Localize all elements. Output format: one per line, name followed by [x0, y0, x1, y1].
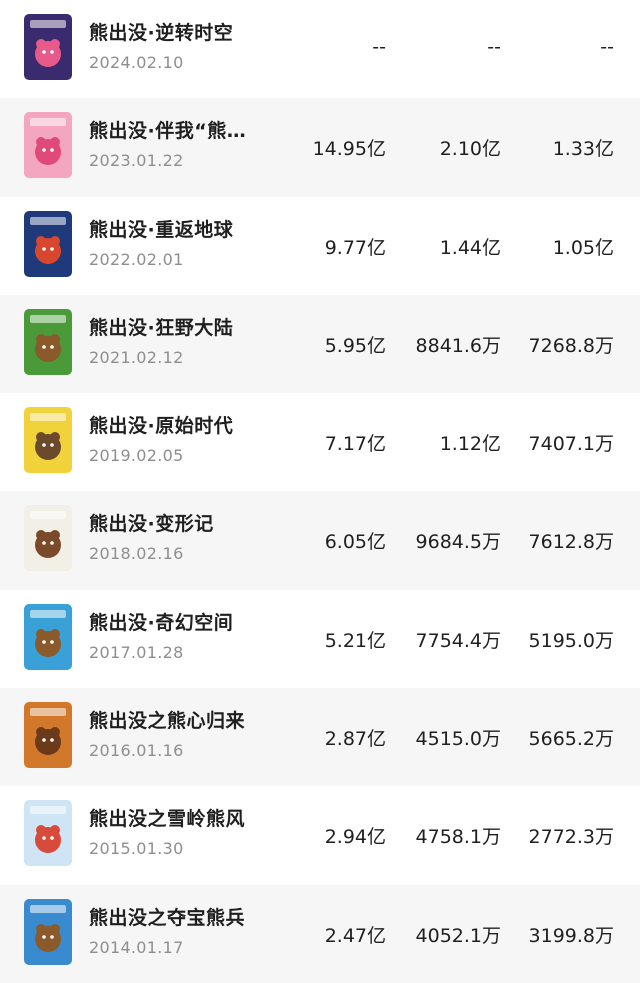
movie-poster[interactable] — [24, 898, 72, 965]
first-day-box-office: 7754.4万 — [415, 629, 501, 652]
total-box-office: 9.77亿 — [324, 236, 386, 259]
release-date: 2018.02.16 — [89, 544, 184, 564]
opening-day-box-office: 1.05亿 — [552, 236, 614, 259]
first-day-box-office: 4515.0万 — [415, 728, 501, 751]
release-date: 2015.01.30 — [89, 839, 184, 859]
movie-poster[interactable] — [24, 800, 72, 867]
movie-info: 熊出没·变形记 2018.02.16 — [89, 509, 271, 563]
movie-title[interactable]: 熊出没·狂野大陆 — [89, 313, 271, 340]
movie-poster[interactable] — [24, 407, 72, 474]
movie-info: 熊出没之熊心归来 2016.01.16 — [89, 706, 271, 760]
total-box-office: 2.94亿 — [324, 826, 386, 849]
movie-title[interactable]: 熊出没之雪岭熊风 — [89, 804, 271, 831]
poster-image — [24, 210, 72, 277]
movie-poster[interactable] — [24, 210, 72, 277]
movie-row[interactable]: 熊出没·奇幻空间 2017.01.28 5.21亿 7754.4万 5195.0… — [0, 590, 640, 688]
first-day-box-office: -- — [487, 36, 501, 58]
release-date: 2017.01.28 — [89, 642, 184, 662]
release-date: 2019.02.05 — [89, 446, 184, 466]
release-date: 2016.01.16 — [89, 741, 184, 761]
movie-title[interactable]: 熊出没·逆转时空 — [89, 18, 271, 45]
release-date: 2022.02.01 — [89, 249, 184, 269]
opening-day-box-office: 3199.8万 — [528, 924, 614, 947]
movie-title[interactable]: 熊出没·原始时代 — [89, 411, 271, 438]
movie-row[interactable]: 熊出没·伴我“熊… 2023.01.22 14.95亿 2.10亿 1.33亿 — [0, 98, 640, 197]
first-day-box-office: 4758.1万 — [415, 826, 501, 849]
movie-row[interactable]: 熊出没之夺宝熊兵 2014.01.17 2.47亿 4052.1万 3199.8… — [0, 884, 640, 983]
first-day-box-office: 8841.6万 — [415, 334, 501, 357]
movie-row[interactable]: 熊出没·逆转时空 2024.02.10 -- -- -- — [0, 0, 640, 98]
poster-image — [24, 898, 72, 965]
movie-title[interactable]: 熊出没之夺宝熊兵 — [89, 903, 271, 930]
total-box-office: 6.05亿 — [324, 531, 386, 554]
movie-poster[interactable] — [24, 14, 72, 80]
movie-title[interactable]: 熊出没·变形记 — [89, 509, 271, 536]
opening-day-box-office: 7612.8万 — [528, 531, 614, 554]
movie-row[interactable]: 熊出没·原始时代 2019.02.05 7.17亿 1.12亿 7407.1万 — [0, 393, 640, 491]
total-box-office: 7.17亿 — [324, 433, 386, 456]
total-box-office: 5.95亿 — [324, 334, 386, 357]
release-date: 2014.01.17 — [89, 937, 184, 957]
movie-row[interactable]: 熊出没·重返地球 2022.02.01 9.77亿 1.44亿 1.05亿 — [0, 197, 640, 295]
movie-poster[interactable] — [24, 603, 72, 670]
movie-title[interactable]: 熊出没·奇幻空间 — [89, 608, 271, 635]
opening-day-box-office: 7407.1万 — [528, 433, 614, 456]
first-day-box-office: 2.10亿 — [439, 138, 501, 161]
poster-image — [24, 505, 72, 572]
movie-row[interactable]: 熊出没·狂野大陆 2021.02.12 5.95亿 8841.6万 7268.8… — [0, 294, 640, 394]
movie-info: 熊出没·逆转时空 2024.02.10 — [89, 18, 271, 72]
total-box-office: 14.95亿 — [312, 138, 386, 161]
first-day-box-office: 1.44亿 — [439, 236, 501, 259]
movie-poster[interactable] — [24, 308, 72, 375]
movie-info: 熊出没·奇幻空间 2017.01.28 — [89, 608, 271, 662]
total-box-office: 2.87亿 — [324, 728, 386, 751]
first-day-box-office: 4052.1万 — [415, 924, 501, 947]
poster-image — [24, 800, 72, 867]
movie-box-office-list: 熊出没·逆转时空 2024.02.10 -- -- -- 熊出没·伴我“熊… 2… — [0, 0, 640, 983]
movie-title[interactable]: 熊出没之熊心归来 — [89, 706, 271, 733]
poster-image — [24, 112, 72, 179]
movie-poster[interactable] — [24, 505, 72, 572]
opening-day-box-office: 2772.3万 — [528, 826, 614, 849]
release-date: 2024.02.10 — [89, 53, 184, 72]
movie-poster[interactable] — [24, 702, 72, 769]
total-box-office: 5.21亿 — [324, 629, 386, 652]
first-day-box-office: 9684.5万 — [415, 531, 501, 554]
movie-row[interactable]: 熊出没·变形记 2018.02.16 6.05亿 9684.5万 7612.8万 — [0, 491, 640, 590]
movie-info: 熊出没·狂野大陆 2021.02.12 — [89, 313, 271, 367]
movie-row[interactable]: 熊出没之熊心归来 2016.01.16 2.87亿 4515.0万 5665.2… — [0, 688, 640, 787]
movie-title[interactable]: 熊出没·伴我“熊… — [89, 116, 271, 143]
movie-poster[interactable] — [24, 112, 72, 179]
movie-info: 熊出没·原始时代 2019.02.05 — [89, 411, 271, 465]
opening-day-box-office: 1.33亿 — [552, 138, 614, 161]
movie-info: 熊出没·重返地球 2022.02.01 — [89, 215, 271, 269]
opening-day-box-office: -- — [600, 36, 614, 58]
poster-image — [24, 308, 72, 375]
movie-info: 熊出没·伴我“熊… 2023.01.22 — [89, 116, 271, 170]
total-box-office: -- — [372, 36, 386, 58]
movie-row[interactable]: 熊出没之雪岭熊风 2015.01.30 2.94亿 4758.1万 2772.3… — [0, 786, 640, 884]
opening-day-box-office: 7268.8万 — [528, 334, 614, 357]
poster-image — [24, 407, 72, 474]
release-date: 2023.01.22 — [89, 151, 184, 171]
poster-image — [24, 702, 72, 769]
movie-title[interactable]: 熊出没·重返地球 — [89, 215, 271, 242]
opening-day-box-office: 5665.2万 — [528, 728, 614, 751]
opening-day-box-office: 5195.0万 — [528, 629, 614, 652]
movie-info: 熊出没之雪岭熊风 2015.01.30 — [89, 804, 271, 858]
release-date: 2021.02.12 — [89, 347, 184, 367]
first-day-box-office: 1.12亿 — [439, 433, 501, 456]
poster-image — [24, 14, 72, 80]
poster-image — [24, 603, 72, 670]
movie-info: 熊出没之夺宝熊兵 2014.01.17 — [89, 903, 271, 957]
total-box-office: 2.47亿 — [324, 924, 386, 947]
